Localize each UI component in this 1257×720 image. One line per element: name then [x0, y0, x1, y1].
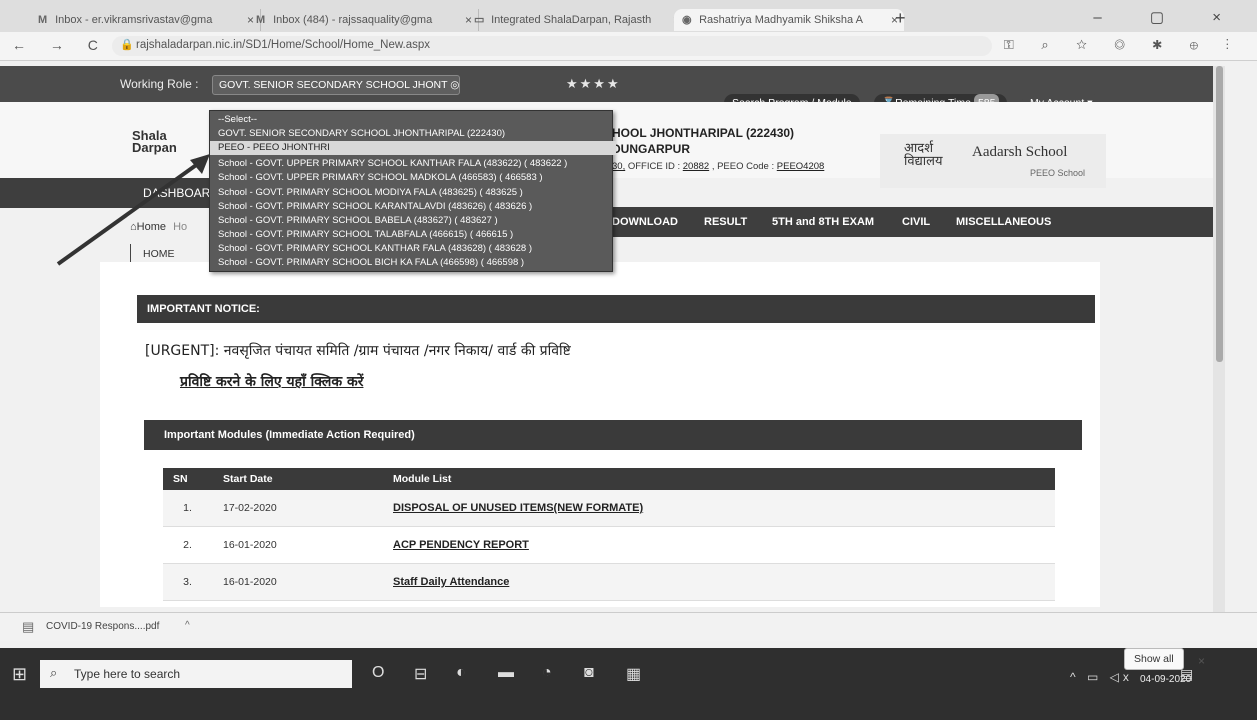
tab-gmail-1[interactable]: M Inbox - er.vikramsrivastav@gma × — [30, 9, 261, 31]
working-role-select[interactable]: GOVT. SENIOR SECONDARY SCHOOL JHONT ◎ — [212, 75, 460, 95]
tab-label: Rashatriya Madhyamik Shiksha A — [699, 14, 863, 26]
file-explorer-icon[interactable]: ▬ — [498, 664, 514, 682]
urgent-notice-text: [URGENT]: नवसृजित पंचायत समिति /ग्राम पं… — [145, 343, 571, 359]
system-tray-icons[interactable]: ^ ▭ ◁x — [1070, 670, 1133, 684]
nav-miscellaneous[interactable]: MISCELLANEOUS — [956, 216, 1051, 228]
page-scrollbar[interactable] — [1213, 66, 1225, 640]
notice-header: IMPORTANT NOTICE: — [137, 295, 1095, 323]
annotation-arrow — [56, 154, 210, 266]
cortana-icon[interactable]: O — [372, 664, 384, 682]
close-download-bar-icon[interactable]: × — [1198, 654, 1205, 668]
role-option[interactable]: School - GOVT. PRIMARY SCHOOL BICH KA FA… — [210, 256, 616, 270]
scrollbar-thumb[interactable] — [1216, 66, 1223, 362]
role-option[interactable]: School - GOVT. UPPER PRIMARY SCHOOL MADK… — [210, 171, 616, 185]
aadarsh-subtitle: PEEO School — [1030, 168, 1086, 178]
gmail-icon: M — [38, 14, 48, 26]
main-nav: DOWNLOAD RESULT 5TH and 8TH EXAM CIVIL M… — [600, 207, 1225, 237]
nav-download[interactable]: DOWNLOAD — [612, 216, 678, 228]
notice-title: IMPORTANT NOTICE: — [147, 303, 260, 315]
school-title: HOOL JHONTHARIPAL (222430) — [612, 126, 795, 140]
aadarsh-school-badge: आदर्श विद्यालय Aadarsh School PEEO Schoo… — [880, 134, 1106, 188]
url-input[interactable]: 🔒 rajshaladarpan.nic.in/SD1/Home/School/… — [112, 36, 992, 56]
role-option[interactable]: School - GOVT. PRIMARY SCHOOL TALABFALA … — [210, 228, 616, 242]
modules-header: Important Modules (Immediate Action Requ… — [144, 420, 1082, 450]
windows-start-icon[interactable]: ⊞ — [12, 664, 27, 685]
tab-label: Inbox - er.vikramsrivastav@gma — [55, 14, 213, 26]
nav-civil[interactable]: CIVIL — [902, 216, 930, 228]
tab-label: Integrated ShalaDarpan, Rajasth — [491, 14, 652, 26]
tab-shaladarpan[interactable]: ▭ Integrated ShalaDarpan, Rajasth × — [466, 9, 687, 31]
col-start-date: Start Date — [213, 468, 383, 490]
word-icon[interactable]: ▦ — [626, 664, 641, 684]
district-name: DUNGARPUR — [612, 142, 690, 156]
role-option-selected[interactable]: PEEO - PEEO JHONTHRI — [210, 141, 616, 155]
show-all-downloads-button[interactable]: Show all — [1124, 648, 1184, 670]
role-option[interactable]: School - GOVT. PRIMARY SCHOOL KANTHAR FA… — [210, 242, 616, 256]
rating-stars: ★★★★ — [566, 76, 621, 91]
address-bar: ← → C 🔒 rajshaladarpan.nic.in/SD1/Home/S… — [0, 32, 1257, 61]
module-link[interactable]: DISPOSAL OF UNUSED ITEMS(NEW FORMATE) — [393, 502, 643, 514]
chevron-up-icon[interactable]: ^ — [185, 620, 190, 631]
role-option[interactable]: School - GOVT. UPPER PRIMARY SCHOOL KANT… — [210, 157, 616, 171]
download-file-name[interactable]: COVID-19 Respons....pdf — [46, 621, 159, 632]
row-date: 17-02-2020 — [213, 490, 383, 527]
nav-5th-8th-exam[interactable]: 5TH and 8TH EXAM — [772, 216, 874, 228]
col-module-list: Module List — [383, 468, 1055, 490]
row-sn: 3. — [163, 563, 213, 601]
notice-entry-link[interactable]: प्रविष्टि करने के लिए यहाँ क्लिक करें — [180, 372, 363, 391]
window-controls[interactable]: – ▢ × — [1093, 8, 1243, 26]
table-row: 3. 16-01-2020 Staff Daily Attendance — [163, 563, 1055, 601]
globe-icon: ◉ — [682, 14, 692, 26]
whatsapp-icon[interactable]: ◙ — [584, 664, 594, 682]
peeo-code[interactable]: PEEO4208 — [777, 161, 825, 172]
page-icon: ▭ — [474, 14, 485, 26]
taskbar-search-input[interactable]: ⌕ Type here to search — [40, 660, 352, 688]
table-row: 2. 16-01-2020 ACP PENDENCY REPORT — [163, 526, 1055, 564]
col-sn: SN — [163, 468, 213, 490]
task-view-icon[interactable]: ⊟ — [414, 664, 427, 684]
tab-label: Inbox (484) - rajssaquality@gma — [273, 14, 433, 26]
url-text: rajshaladarpan.nic.in/SD1/Home/School/Ho… — [136, 39, 431, 51]
tab-rmsa-active[interactable]: ◉ Rashatriya Madhyamik Shiksha A × — [674, 9, 904, 31]
table-header-row: SN Start Date Module List — [163, 468, 1055, 490]
row-date: 16-01-2020 — [213, 563, 383, 601]
school-codes: 30, OFFICE ID : 20882 , PEEO Code : PEEO… — [612, 161, 824, 172]
table-row: 1. 17-02-2020 DISPOSAL OF UNUSED ITEMS(N… — [163, 490, 1055, 527]
aadarsh-hindi-logo: आदर्श विद्यालय — [904, 141, 943, 169]
row-sn: 1. — [163, 490, 213, 527]
modules-title: Important Modules (Immediate Action Requ… — [164, 429, 415, 441]
office-label: OFFICE ID : — [627, 161, 681, 172]
office-id[interactable]: 20882 — [683, 161, 709, 172]
lock-icon: 🔒 — [120, 39, 134, 51]
role-option[interactable]: GOVT. SENIOR SECONDARY SCHOOL JHONTHARIP… — [210, 127, 616, 141]
role-option[interactable]: School - GOVT. PRIMARY SCHOOL KARANTALAV… — [210, 200, 616, 214]
role-option[interactable]: School - GOVT. PRIMARY SCHOOL MODIYA FAL… — [210, 186, 616, 200]
aadarsh-title: Aadarsh School — [972, 144, 1068, 160]
working-role-dropdown[interactable]: --Select-- GOVT. SENIOR SECONDARY SCHOOL… — [209, 110, 616, 272]
toolbar-icons[interactable]: ⚿ ⌕ ☆ ◎ ✱ ⊕ ⋮ — [1004, 37, 1241, 53]
pdf-file-icon: ▤ — [22, 619, 35, 634]
tab-gmail-2[interactable]: M Inbox (484) - rajssaquality@gma × — [248, 9, 479, 31]
search-placeholder: Type here to search — [74, 667, 181, 681]
download-bar: ▤ COVID-19 Respons....pdf ^ — [0, 612, 1257, 641]
module-link[interactable]: ACP PENDENCY REPORT — [393, 539, 529, 551]
navigation-buttons[interactable]: ← → C — [12, 37, 108, 53]
chrome-icon[interactable]: ◔ — [542, 664, 552, 682]
edge-icon[interactable]: ◐ — [456, 664, 466, 682]
new-tab-button[interactable]: + — [895, 8, 906, 29]
windows-taskbar: ⊞ ⌕ Type here to search O ⊟ ◐ ▬ ◔ ◙ ▦ ^ … — [0, 648, 1257, 720]
search-icon: ⌕ — [50, 665, 58, 680]
peeo-label: , PEEO Code : — [711, 161, 775, 172]
role-option[interactable]: --Select-- — [210, 113, 616, 127]
browser-tab-strip: M Inbox - er.vikramsrivastav@gma × M Inb… — [0, 0, 1257, 32]
gmail-icon: M — [256, 14, 266, 26]
module-link[interactable]: Staff Daily Attendance — [393, 576, 509, 588]
row-sn: 2. — [163, 526, 213, 564]
nav-result[interactable]: RESULT — [704, 216, 747, 228]
role-option[interactable]: School - GOVT. PRIMARY SCHOOL BABELA (48… — [210, 214, 616, 228]
row-date: 16-01-2020 — [213, 526, 383, 564]
modules-table: SN Start Date Module List 1. 17-02-2020 … — [163, 468, 1055, 601]
working-role-label: Working Role : — [120, 77, 199, 91]
